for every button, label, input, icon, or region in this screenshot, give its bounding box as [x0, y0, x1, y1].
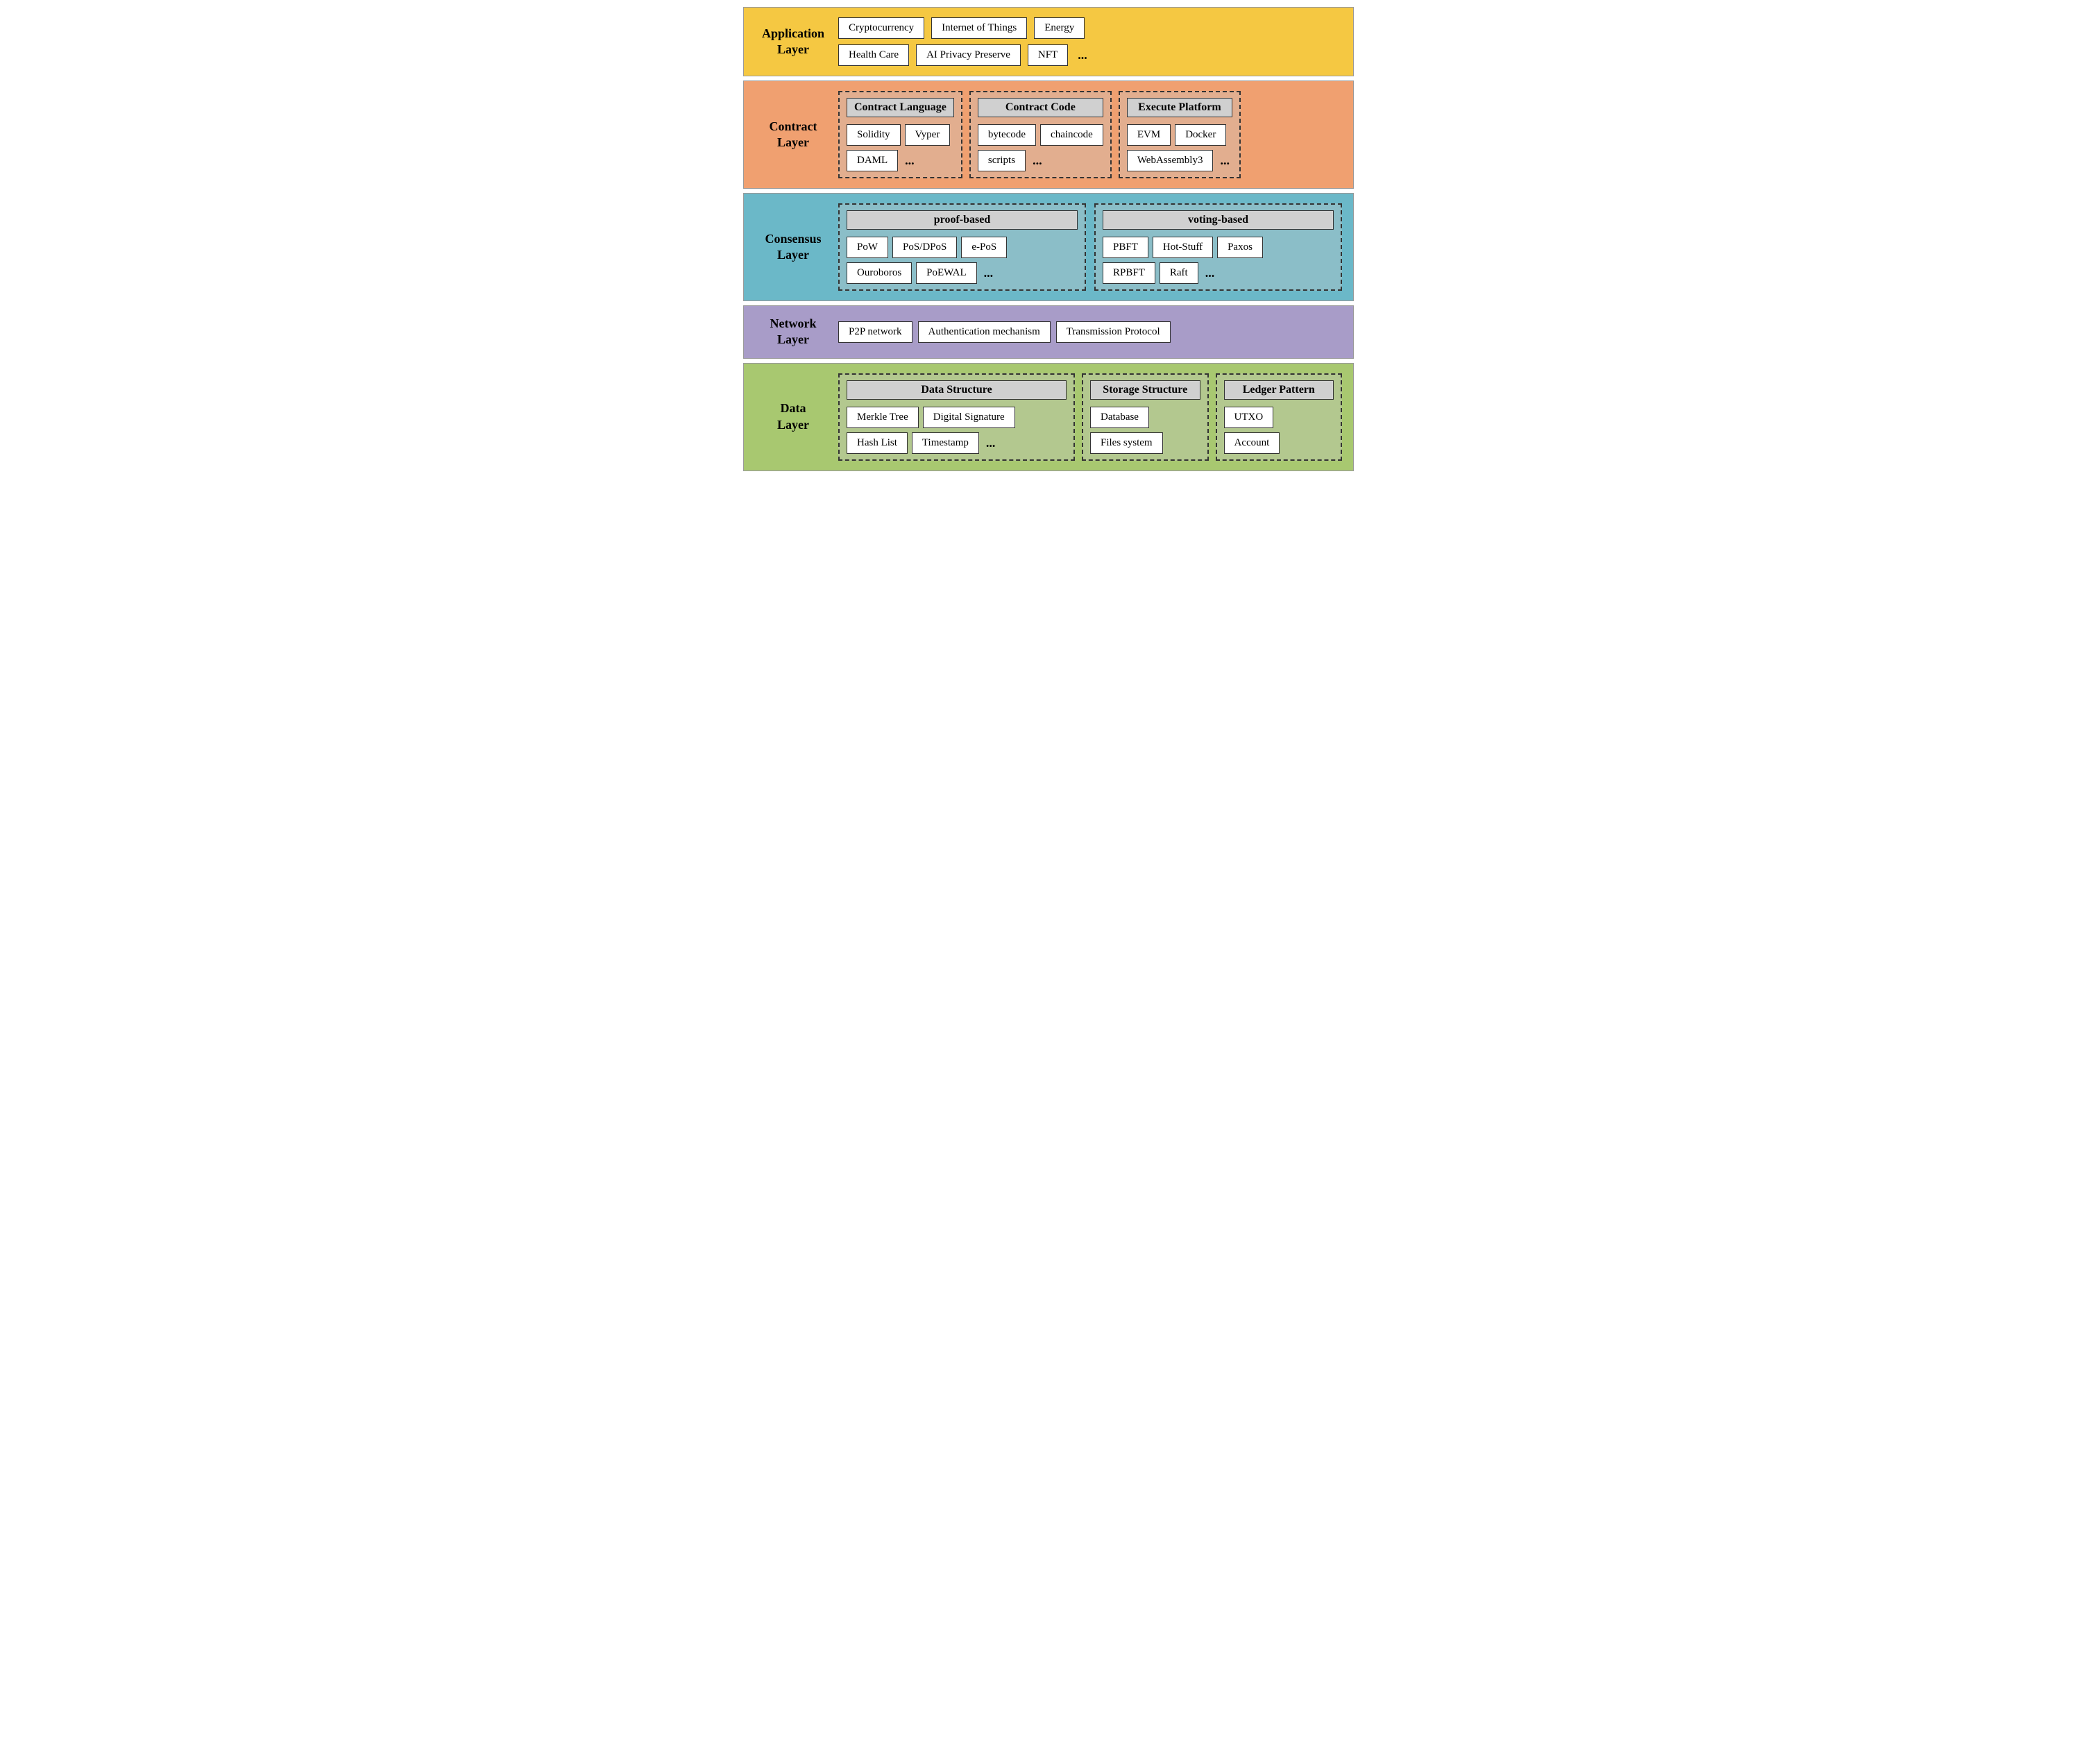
- app-item-energy: Energy: [1034, 17, 1085, 39]
- contract-code-title: Contract Code: [978, 98, 1103, 117]
- execute-evm: EVM: [1127, 124, 1171, 146]
- contract-code-scripts: scripts: [978, 150, 1026, 171]
- data-layer: DataLayer Data Structure Merkle Tree Dig…: [743, 363, 1354, 471]
- contract-code-group: Contract Code bytecode chaincode scripts…: [969, 91, 1112, 178]
- ledger-pattern-title: Ledger Pattern: [1224, 380, 1334, 400]
- app-item-cryptocurrency: Cryptocurrency: [838, 17, 924, 39]
- consensus-pos: PoS/DPoS: [892, 237, 957, 258]
- contract-language-group: Contract Language Solidity Vyper DAML ..…: [838, 91, 962, 178]
- ledger-utxo: UTXO: [1224, 407, 1274, 428]
- consensus-poewal: PoEWAL: [916, 262, 977, 284]
- proof-based-group: proof-based PoW PoS/DPoS e-PoS Ouroboros…: [838, 203, 1086, 291]
- app-item-nft: NFT: [1028, 44, 1068, 66]
- data-structure-dots: ...: [983, 436, 999, 450]
- proof-based-title: proof-based: [847, 210, 1078, 230]
- voting-based-group: voting-based PBFT Hot-Stuff Paxos RPBFT …: [1094, 203, 1342, 291]
- consensus-pow: PoW: [847, 237, 888, 258]
- application-layer: ApplicationLayer Cryptocurrency Internet…: [743, 7, 1354, 76]
- network-auth: Authentication mechanism: [918, 321, 1051, 343]
- consensus-raft: Raft: [1160, 262, 1198, 284]
- contract-code-bytecode: bytecode: [978, 124, 1036, 146]
- data-hashlist: Hash List: [847, 432, 908, 454]
- consensus-hotstuff: Hot-Stuff: [1153, 237, 1213, 258]
- execute-docker: Docker: [1175, 124, 1226, 146]
- storage-database: Database: [1090, 407, 1149, 428]
- execute-platform-title: Execute Platform: [1127, 98, 1232, 117]
- network-p2p: P2P network: [838, 321, 912, 343]
- application-layer-content: Cryptocurrency Internet of Things Energy…: [831, 17, 1342, 66]
- proof-dots: ...: [981, 266, 996, 280]
- data-layer-label: DataLayer: [755, 400, 831, 433]
- contract-code-dots: ...: [1030, 153, 1045, 168]
- contract-language-title: Contract Language: [847, 98, 954, 117]
- consensus-layer: ConsensusLayer proof-based PoW PoS/DPoS …: [743, 193, 1354, 301]
- app-item-healthcare: Health Care: [838, 44, 909, 66]
- voting-dots: ...: [1203, 266, 1218, 280]
- network-layer-content: P2P network Authentication mechanism Tra…: [831, 321, 1342, 343]
- consensus-layer-label: ConsensusLayer: [755, 231, 831, 264]
- contract-layer-label: ContractLayer: [755, 119, 831, 151]
- network-transmission: Transmission Protocol: [1056, 321, 1171, 343]
- contract-layer-content: Contract Language Solidity Vyper DAML ..…: [831, 91, 1342, 178]
- data-merkle: Merkle Tree: [847, 407, 919, 428]
- ledger-account: Account: [1224, 432, 1280, 454]
- storage-files: Files system: [1090, 432, 1163, 454]
- consensus-layer-content: proof-based PoW PoS/DPoS e-PoS Ouroboros…: [831, 203, 1342, 291]
- network-layer-label: NetworkLayer: [755, 316, 831, 348]
- data-timestamp: Timestamp: [912, 432, 979, 454]
- contract-lang-dots: ...: [902, 153, 917, 168]
- contract-lang-vyper: Vyper: [905, 124, 951, 146]
- data-digital-sig: Digital Signature: [923, 407, 1015, 428]
- app-dots: ...: [1075, 48, 1090, 62]
- contract-lang-daml: DAML: [847, 150, 898, 171]
- data-structure-group: Data Structure Merkle Tree Digital Signa…: [838, 373, 1075, 461]
- data-structure-title: Data Structure: [847, 380, 1067, 400]
- consensus-rpbft: RPBFT: [1103, 262, 1155, 284]
- application-layer-label: ApplicationLayer: [755, 26, 831, 58]
- app-item-iot: Internet of Things: [931, 17, 1027, 39]
- consensus-epos: e-PoS: [961, 237, 1007, 258]
- ledger-pattern-group: Ledger Pattern UTXO Account: [1216, 373, 1343, 461]
- consensus-ouroboros: Ouroboros: [847, 262, 912, 284]
- contract-code-chaincode: chaincode: [1040, 124, 1103, 146]
- execute-platform-group: Execute Platform EVM Docker WebAssembly3…: [1119, 91, 1241, 178]
- data-layer-content: Data Structure Merkle Tree Digital Signa…: [831, 373, 1342, 461]
- execute-dots: ...: [1217, 153, 1232, 168]
- voting-based-title: voting-based: [1103, 210, 1334, 230]
- network-layer: NetworkLayer P2P network Authentication …: [743, 305, 1354, 359]
- consensus-pbft: PBFT: [1103, 237, 1148, 258]
- contract-lang-solidity: Solidity: [847, 124, 901, 146]
- app-item-ai: AI Privacy Preserve: [916, 44, 1021, 66]
- consensus-paxos: Paxos: [1217, 237, 1263, 258]
- contract-layer: ContractLayer Contract Language Solidity…: [743, 80, 1354, 189]
- execute-webassembly: WebAssembly3: [1127, 150, 1214, 171]
- storage-structure-title: Storage Structure: [1090, 380, 1200, 400]
- storage-structure-group: Storage Structure Database Files system: [1082, 373, 1209, 461]
